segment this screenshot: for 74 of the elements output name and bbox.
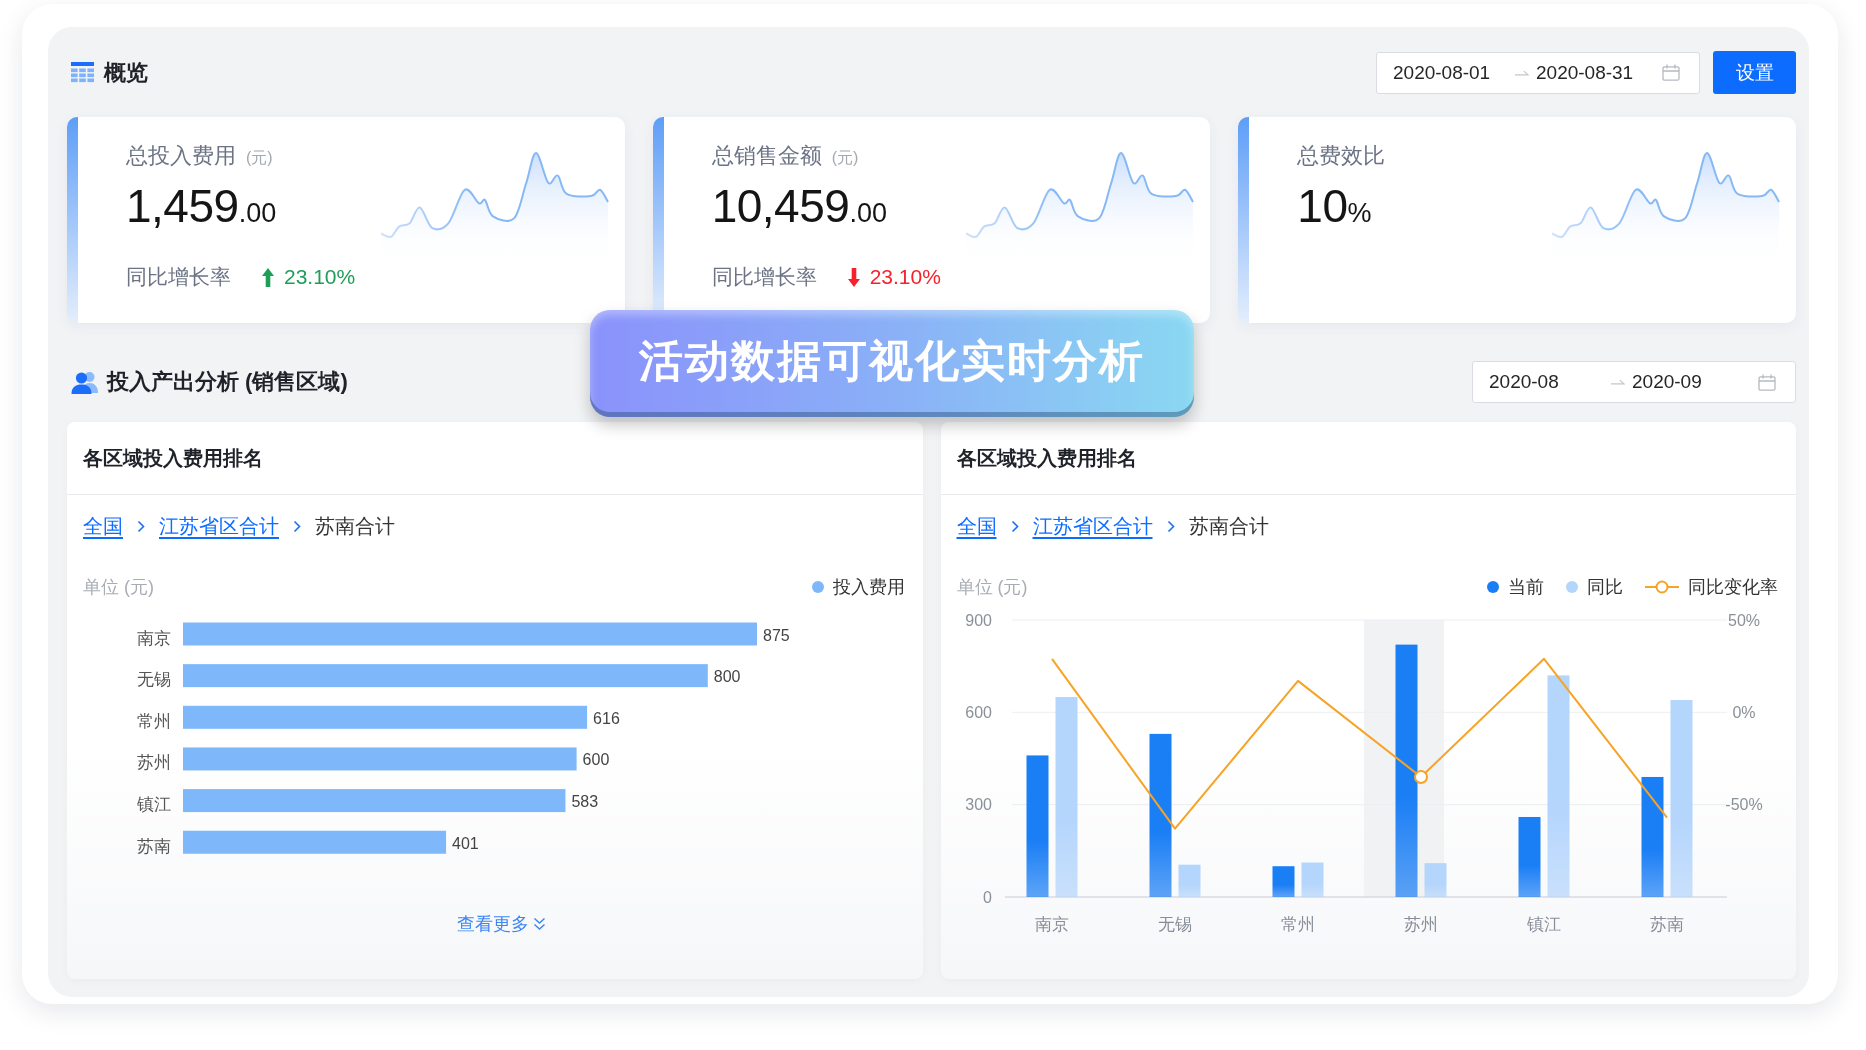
kpi-value: 10,459.00 xyxy=(711,181,888,234)
breadcrumb-link[interactable]: 全国 xyxy=(956,512,997,540)
category-label: 苏南 xyxy=(137,836,171,856)
bar xyxy=(1301,862,1323,897)
panel-title: 各区域投入费用排名 xyxy=(83,445,263,471)
category-label: 无锡 xyxy=(137,670,171,690)
calendar-icon xyxy=(1758,373,1776,391)
chevron-right-icon xyxy=(293,519,301,533)
card-title: 总投入费用 xyxy=(126,142,236,170)
legend-label: 投入费用 xyxy=(832,576,905,599)
card-title: 总费效比 xyxy=(1297,142,1386,170)
date-range-picker[interactable]: 2020-08 2020-09 xyxy=(1472,361,1796,403)
section-title: 概览 xyxy=(104,58,148,87)
bar-value-label: 583 xyxy=(571,793,599,811)
bar xyxy=(1272,866,1294,897)
kpi-value: 1,459.00 xyxy=(126,181,278,234)
category-label: 镇江 xyxy=(137,795,171,815)
y-axis-label: 600 xyxy=(964,703,992,721)
end-date-input[interactable]: 2020-09 xyxy=(1632,371,1758,393)
breadcrumb-link[interactable]: 江苏省区合计 xyxy=(1032,512,1153,540)
bar xyxy=(1424,863,1446,897)
double-chevron-down-icon xyxy=(533,917,547,931)
bar-value-label: 875 xyxy=(763,626,790,644)
growth-label: 同比增长率 xyxy=(126,264,231,290)
y-axis-label: 300 xyxy=(964,796,992,814)
end-date-input[interactable]: 2020-08-31 xyxy=(1536,61,1662,84)
unit-label: (元) xyxy=(831,148,859,168)
unit-label: 单位 (元) xyxy=(956,576,1028,599)
growth-label: 同比增长率 xyxy=(711,264,817,290)
chevron-right-icon xyxy=(137,519,145,533)
x-axis-label: 苏南 xyxy=(1649,914,1684,934)
users-icon xyxy=(71,370,99,394)
start-date-input[interactable]: 2020-08-01 xyxy=(1393,61,1514,84)
title-banner: 活动数据可视化实时分析 xyxy=(590,310,1194,417)
category-label: 苏州 xyxy=(137,753,171,773)
growth-value: 23.10% xyxy=(869,265,941,289)
table-icon xyxy=(71,62,94,83)
kpi-value: 10% xyxy=(1297,181,1373,234)
settings-button[interactable]: 设置 xyxy=(1713,51,1796,94)
legend-label: 当前 xyxy=(1508,576,1544,599)
x-axis-label: 苏州 xyxy=(1403,914,1438,934)
category-label: 常州 xyxy=(137,711,171,731)
growth-value: 23.10% xyxy=(284,265,356,289)
x-axis-label: 常州 xyxy=(1280,914,1315,934)
x-axis-label: 无锡 xyxy=(1157,914,1192,934)
bar xyxy=(1178,864,1200,897)
breadcrumb-link[interactable]: 江苏省区合计 xyxy=(159,512,279,540)
section-title: 投入产出分析 (销售区域) xyxy=(107,368,348,396)
bar-value-label: 401 xyxy=(452,834,479,852)
panel-title: 各区域投入费用排名 xyxy=(956,445,1137,471)
bar-value-label: 616 xyxy=(593,709,620,727)
breadcrumb-current: 苏南合计 xyxy=(315,513,395,539)
x-axis-label: 南京 xyxy=(1034,914,1069,934)
y-axis-label: 0 xyxy=(982,888,992,906)
chevron-right-icon xyxy=(1166,519,1175,533)
x-axis-label: 镇江 xyxy=(1526,914,1561,934)
calendar-icon xyxy=(1662,64,1680,81)
y-axis-label: 0% xyxy=(1731,703,1756,721)
breadcrumb-link[interactable]: 全国 xyxy=(83,512,123,540)
date-range-picker[interactable]: 2020-08-01 2020-08-31 xyxy=(1376,51,1700,94)
legend-label: 同比 xyxy=(1587,576,1623,599)
bar-value-label: 800 xyxy=(713,668,741,686)
category-label: 南京 xyxy=(137,628,171,648)
y-axis-label: 50% xyxy=(1727,611,1760,629)
bar-value-label: 600 xyxy=(582,751,610,769)
start-date-input[interactable]: 2020-08 xyxy=(1489,371,1610,393)
y-axis-label: -50% xyxy=(1724,796,1763,814)
unit-label: (元) xyxy=(246,148,273,168)
legend-label: 同比变化率 xyxy=(1688,576,1778,599)
card-title: 总销售金额 xyxy=(711,142,822,170)
unit-label: 单位 (元) xyxy=(83,576,154,599)
y-axis-label: 900 xyxy=(964,611,992,629)
breadcrumb-current: 苏南合计 xyxy=(1188,513,1269,539)
chevron-right-icon xyxy=(1010,519,1019,533)
